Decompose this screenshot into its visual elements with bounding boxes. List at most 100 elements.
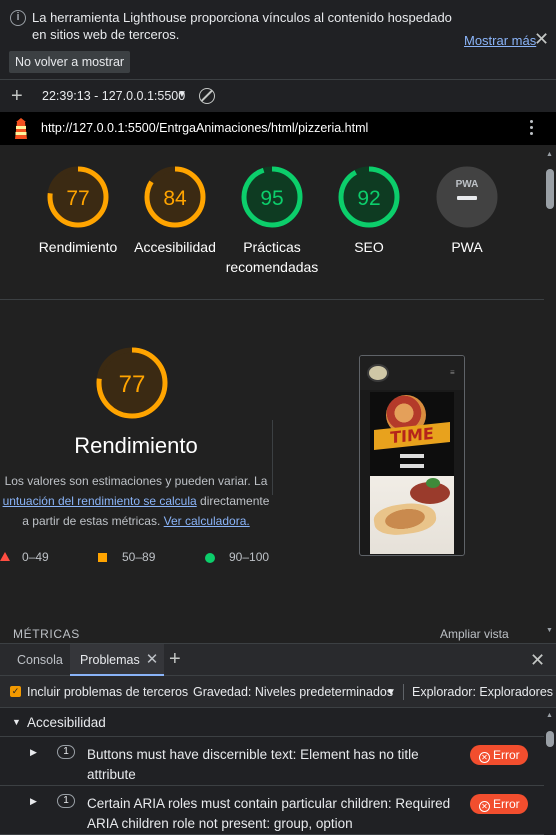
performance-summary: 77 Rendimiento Los valores son estimacio… [0, 345, 272, 531]
error-badge: ✕ Error [470, 745, 528, 765]
gauge-ring: 84 [144, 166, 206, 228]
close-drawer-icon[interactable]: ✕ [530, 650, 545, 671]
clear-reports-icon[interactable] [199, 88, 215, 104]
preview-hero: TIME [370, 392, 454, 476]
toolbar-separator [403, 684, 404, 700]
chevron-down-icon[interactable]: ▼ [386, 687, 396, 698]
more-options-icon[interactable] [530, 120, 534, 138]
include-third-party-checkbox[interactable]: ✓ [10, 686, 21, 697]
hero-button [400, 454, 424, 458]
problems-scrollbar[interactable]: ▲ [544, 709, 556, 835]
tab-problems-label: Problemas [80, 653, 140, 667]
info-icon: i [10, 10, 26, 26]
score-value: 77 [66, 187, 89, 210]
scroll-up-icon[interactable]: ▲ [546, 151, 553, 158]
score-gauge-practicas-recomendadas[interactable]: 95 Prácticas recomendadas [222, 165, 322, 277]
report-url: http://127.0.0.1:5500/EntrgaAnimaciones/… [41, 121, 369, 135]
chevron-down-icon[interactable]: ▼ [177, 89, 187, 100]
scrollbar-thumb[interactable] [546, 731, 554, 747]
gauge-ring: PWA [436, 166, 498, 228]
issue-row[interactable]: ▶ 1 Buttons must have discernible text: … [0, 738, 544, 786]
category-label: Accesibilidad [27, 715, 106, 730]
report-selector[interactable]: 22:39:13 - 127.0.0.1:5500 [42, 89, 185, 103]
expand-caret-icon[interactable]: ▶ [30, 747, 37, 758]
expand-caret-icon[interactable]: ▼ [12, 717, 21, 727]
score-calc-link[interactable]: untuación del rendimiento se calcula [3, 494, 197, 508]
dont-show-again-button[interactable]: No volver a mostrar [9, 51, 131, 73]
show-more-link[interactable]: Mostrar más [464, 33, 536, 48]
tab-console[interactable]: Consola [17, 644, 63, 676]
lighthouse-logo-icon [15, 118, 27, 139]
gauge-ring: 95 [241, 166, 303, 228]
severity-dropdown[interactable]: Gravedad: Niveles predeterminados [193, 685, 393, 699]
error-icon: ✕ [479, 801, 490, 812]
score-label: Prácticas recomendadas [225, 239, 319, 275]
issue-row[interactable]: ▶ 1 Certain ARIA roles must contain part… [0, 787, 544, 835]
hero-button [400, 464, 424, 468]
performance-title: Rendimiento [74, 433, 198, 458]
pass-circle-icon [205, 553, 215, 563]
problems-toolbar: ✓ Incluir problemas de terceros Gravedad… [0, 676, 556, 708]
report-url-bar: http://127.0.0.1:5500/EntrgaAnimaciones/… [0, 112, 556, 145]
scroll-down-icon[interactable]: ▼ [546, 627, 553, 634]
legend-average-label: 50–89 [122, 550, 156, 564]
score-gauge-pwa[interactable]: PWA PWA [417, 165, 517, 257]
drawer-tabbar: Consola Problemas ✕ + ✕ [0, 643, 556, 676]
performance-gauge: 77 [96, 347, 168, 419]
desc-text: a partir de estas métricas. [22, 514, 164, 528]
score-gauge-rendimiento[interactable]: 77 Rendimiento [28, 165, 128, 257]
add-tab-icon[interactable]: + [169, 648, 181, 670]
garnish-shape [426, 478, 440, 488]
view-calculator-link[interactable]: Ver calculadora. [164, 514, 250, 528]
hero-title: TIME [374, 422, 450, 450]
info-message: La herramienta Lighthouse proporciona ví… [32, 10, 452, 42]
gauge-ring: 77 [47, 166, 109, 228]
scrollbar-thumb[interactable] [546, 169, 554, 209]
score-label: Rendimiento [38, 239, 118, 255]
error-badge-label: Error [493, 748, 520, 762]
problems-list: ▼ Accesibilidad ▶ 1 Buttons must have di… [0, 709, 544, 835]
include-third-party-label[interactable]: Incluir problemas de terceros [27, 685, 188, 699]
score-value: 95 [260, 187, 283, 210]
fail-triangle-icon [0, 552, 10, 561]
issue-count: 1 [57, 745, 75, 759]
issue-text: Buttons must have discernible text: Elem… [87, 747, 419, 782]
report-toolbar: + 22:39:13 - 127.0.0.1:5500 ▼ [0, 82, 556, 112]
browser-dropdown[interactable]: Explorador: Exploradores pr [412, 685, 556, 699]
lighthouse-report: 77 Rendimiento 84 Accesibilidad 95 Prácticas … [0, 145, 544, 643]
food-shape [372, 499, 438, 539]
pwa-na-dash [457, 196, 477, 200]
legend-fail-label: 0–49 [22, 550, 49, 564]
food-image [370, 476, 454, 554]
divider [0, 299, 544, 300]
gauge-ring: 92 [338, 166, 400, 228]
close-tab-icon[interactable]: ✕ [146, 651, 159, 668]
pwa-badge-icon: PWA [456, 179, 479, 190]
scroll-up-icon[interactable]: ▲ [546, 712, 553, 719]
score-label: Accesibilidad [134, 239, 216, 255]
score-gauge-accesibilidad[interactable]: 84 Accesibilidad [125, 165, 225, 257]
error-icon: ✕ [479, 752, 490, 763]
new-report-icon[interactable]: + [11, 85, 23, 107]
score-value: 92 [357, 187, 380, 210]
report-scrollbar[interactable]: ▲ ▼ [544, 145, 556, 643]
tab-problems[interactable]: Problemas ✕ [70, 644, 165, 676]
metrics-heading: MÉTRICAS [13, 627, 80, 641]
score-label: SEO [354, 239, 384, 255]
average-square-icon [98, 553, 107, 562]
pizzeria-logo-icon [367, 364, 389, 382]
score-label: PWA [451, 239, 483, 255]
performance-description: Los valores son estimaciones y pueden va… [0, 471, 272, 531]
close-icon[interactable]: ✕ [534, 30, 549, 48]
menu-icon: ≡ [450, 368, 455, 377]
page-screenshot-preview: ≡ TIME [359, 355, 465, 556]
score-gauge-seo[interactable]: 92 SEO [319, 165, 419, 257]
info-bar: i La herramienta Lighthouse proporciona … [0, 0, 556, 80]
expand-view-button[interactable]: Ampliar vista [440, 627, 509, 641]
preview-header: ≡ [360, 356, 464, 390]
expand-caret-icon[interactable]: ▶ [30, 796, 37, 807]
score-value: 84 [163, 187, 187, 210]
category-accessibility[interactable]: ▼ Accesibilidad [0, 709, 544, 737]
legend-pass-label: 90–100 [229, 550, 270, 564]
error-badge: ✕ Error [470, 794, 528, 814]
